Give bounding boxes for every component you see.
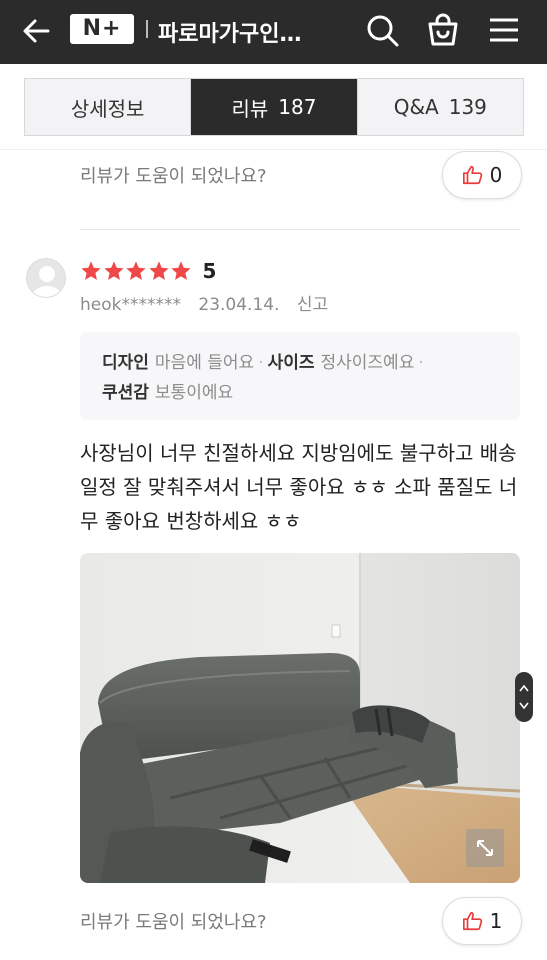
search-icon[interactable] <box>362 10 402 50</box>
scroll-handle[interactable] <box>515 672 533 722</box>
review-content: 사장님이 너무 친절하세요 지방임에도 불구하고 배송일정 잘 맞춰주셔서 너무… <box>80 441 518 533</box>
star-icon <box>81 261 101 280</box>
options-line-2: 쿠션감 보통이에요 <box>102 378 498 408</box>
avatar <box>26 258 66 298</box>
option-separator: · <box>258 353 264 373</box>
back-arrow-icon[interactable] <box>20 14 54 48</box>
header-divider <box>146 20 148 38</box>
tab-reviews-count: 187 <box>278 95 317 119</box>
review-meta: heok******* 23.04.14. 신고 <box>80 290 340 315</box>
star-icon <box>171 261 191 280</box>
tab-reviews[interactable]: 리뷰 187 <box>191 79 358 135</box>
tab-details[interactable]: 상세정보 <box>25 79 192 135</box>
tab-qna[interactable]: Q&A 139 <box>357 79 523 135</box>
options-line-1: 디자인 마음에 들어요 · 사이즈 정사이즈예요 · <box>102 348 498 378</box>
star-icon <box>148 261 169 280</box>
helpful-text: 리뷰가 도움이 되었나요? <box>80 912 267 933</box>
star-icon <box>103 261 124 280</box>
naver-plus-logo[interactable]: N+ <box>70 14 134 44</box>
rating-value: 5 <box>202 259 217 283</box>
thumbs-up-icon <box>462 911 482 931</box>
option-value: 보통이에요 <box>154 383 234 403</box>
chevron-up-icon <box>519 684 529 692</box>
store-title[interactable]: 파로마가구인… <box>158 16 301 48</box>
review-divider <box>80 229 520 230</box>
report-link[interactable]: 신고 <box>297 295 328 315</box>
expand-icon <box>477 840 493 856</box>
option-key: 사이즈 <box>267 353 315 373</box>
sofa-photo-image <box>80 553 520 883</box>
review-rating: 5 <box>80 259 216 283</box>
option-key: 쿠션감 <box>102 383 149 403</box>
option-key: 디자인 <box>102 353 149 373</box>
tabs-divider <box>0 149 547 150</box>
option-value: 마음에 들어요 <box>154 353 255 373</box>
prev-helpful-text: 리뷰가 도움이 되었나요? <box>80 166 267 187</box>
hamburger-menu-icon[interactable] <box>484 10 524 50</box>
tab-qna-count: 139 <box>448 95 487 119</box>
thumbs-up-icon <box>462 165 482 185</box>
like-button[interactable]: 1 <box>442 897 522 945</box>
star-icon <box>126 261 146 280</box>
prev-like-count: 0 <box>489 163 503 187</box>
shopping-bag-icon[interactable] <box>423 10 463 50</box>
chevron-down-icon <box>519 702 529 710</box>
tab-reviews-label: 리뷰 <box>231 96 269 121</box>
like-count: 1 <box>489 909 503 933</box>
tab-qna-label: Q&A <box>393 95 439 119</box>
expand-photo-button[interactable] <box>466 829 504 867</box>
top-header: N+ 파로마가구인… <box>0 0 547 64</box>
reviewer-id: heok******* <box>80 295 181 315</box>
option-value: 정사이즈예요 <box>320 353 415 373</box>
prev-like-button[interactable]: 0 <box>442 151 522 199</box>
review-photo[interactable] <box>80 553 520 883</box>
product-tabs: 상세정보 리뷰 187 Q&A 139 <box>24 78 524 136</box>
review-date: 23.04.14. <box>198 295 280 315</box>
default-user-icon <box>27 259 65 297</box>
review-options: 디자인 마음에 들어요 · 사이즈 정사이즈예요 · 쿠션감 보통이에요 <box>80 332 520 420</box>
tab-details-label: 상세정보 <box>70 96 145 121</box>
option-separator: · <box>418 353 424 373</box>
